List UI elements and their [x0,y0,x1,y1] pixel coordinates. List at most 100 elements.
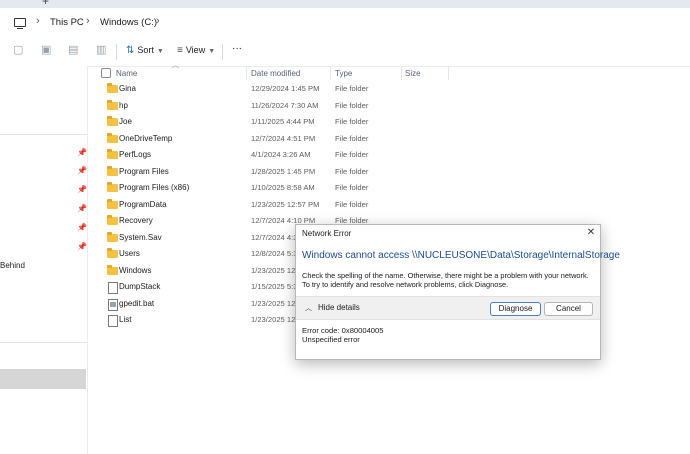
sort-label: Sort [137,45,154,55]
view-button[interactable]: ≡ View ▼ [177,45,215,56]
column-divider[interactable] [448,66,449,80]
file-row[interactable]: OneDriveTemp 12/7/2024 4:51 PM File folder [101,132,451,148]
nav-divider [0,134,87,135]
close-icon[interactable]: ✕ [585,227,597,238]
column-divider[interactable] [401,66,402,80]
file-type: File folder [335,166,369,176]
dialog-heading: Windows cannot access \\NUCLEUSONE\Data\… [302,250,620,261]
sort-button[interactable]: ⇅ Sort ▼ [126,45,164,56]
column-divider[interactable] [330,66,331,80]
file-type: File folder [335,183,369,192]
pin-icon[interactable]: 📌 [77,185,87,194]
breadcrumb-separator[interactable]: › [36,15,40,27]
file-icon [107,315,118,328]
cancel-button[interactable]: Cancel [544,302,593,316]
file-date-modified: 11/26/2024 7:30 AM [251,100,319,110]
pin-icon[interactable]: 📌 [77,223,87,232]
network-error-dialog: Network Error ✕ Windows cannot access \\… [295,224,620,360]
file-type: File folder [335,100,369,110]
chevron-down-icon: ▼ [156,48,164,55]
file-date-modified: 1/10/2025 8:58 AM [251,183,315,192]
sort-icon: ⇅ [126,45,135,56]
file-type: File folder [335,84,369,93]
delete-icon[interactable]: ▥ [96,45,106,56]
file-name: Users [119,249,140,258]
pin-icon[interactable]: 📌 [77,204,87,213]
folder-icon [107,149,118,159]
sort-ascending-icon: ︿ [172,62,179,69]
file-name: Gina [119,84,136,93]
chevron-up-icon[interactable]: ︿ [305,303,312,313]
file-row[interactable]: Joe 1/11/2025 4:44 PM File folder [101,115,451,131]
diagnose-button[interactable]: Diagnose [490,302,541,316]
file-name: DumpStack [119,282,161,291]
column-header-name[interactable]: Name [116,69,137,83]
breadcrumb-separator[interactable]: › [86,15,90,27]
folder-icon [107,165,118,176]
copy-icon[interactable]: ▢ [13,45,23,56]
folder-icon [107,198,118,209]
file-row[interactable]: ProgramData 1/23/2025 12:57 PM File folder [101,198,451,214]
rename-icon[interactable]: ▤ [68,45,78,56]
file-row[interactable]: Program Files (x86) 1/10/2025 8:58 AM File… [101,181,451,197]
pin-icon[interactable]: 📌 [77,242,87,251]
file-name: Windows [119,265,152,275]
file-row[interactable]: Program Files 1/28/2025 1:45 PM File folde… [101,165,451,181]
folder-icon [107,116,118,126]
dialog-title: Network Error [302,229,352,238]
folder-icon [107,99,118,110]
hide-details-toggle[interactable]: Hide details [318,303,360,312]
dialog-button-bar: ︿ Hide details Diagnose Cancel [296,296,600,320]
error-details: Error code: 0x80004005 Unspecified error [302,326,383,344]
breadcrumb-this-pc[interactable]: This PC [50,17,84,28]
file-date-modified: 1/23/2025 12:57 PM [251,199,320,209]
folder-icon [107,231,118,242]
file-type: File folder [335,199,369,209]
column-header-size[interactable]: Size [405,69,421,83]
file-date-modified: 1/28/2025 1:45 PM [251,166,316,176]
more-options-button[interactable]: ··· [232,43,242,54]
column-header-type[interactable]: Type [335,69,352,83]
address-bar[interactable]: › This PC › Windows (C:) › [0,8,690,38]
paste-icon[interactable]: ▣ [41,45,51,56]
file-name: Joe [119,117,132,126]
file-date-modified: 12/29/2024 1:45 PM [251,84,320,93]
file-icon [107,282,118,295]
folder-icon [107,83,118,93]
view-icon: ≡ [177,45,183,56]
nav-item-label[interactable]: Behind [0,261,25,270]
tab-strip: + [0,0,690,8]
column-header-date-modified[interactable]: Date modified [251,69,300,83]
dialog-message: Check the spelling of the name. Otherwis… [302,271,589,289]
chevron-down-icon: ▼ [208,48,216,55]
pin-icon[interactable]: 📌 [77,166,87,175]
column-divider[interactable] [246,66,247,80]
file-type: File folder [335,150,369,159]
nav-item-selected[interactable] [0,369,86,389]
folder-icon [107,248,118,258]
breadcrumb-separator[interactable]: › [156,15,160,27]
file-date-modified: 1/11/2025 4:44 PM [251,117,315,126]
folder-icon [107,132,118,143]
select-all-checkbox[interactable] [101,68,111,78]
folder-icon [107,182,118,192]
file-row[interactable]: PerfLogs 4/1/2024 3:26 AM File folder [101,148,451,164]
new-tab-button[interactable]: + [42,0,49,8]
nav-divider [0,342,87,343]
file-name: List [119,315,132,324]
file-name: hp [119,100,128,110]
file-name: Program Files [119,166,169,176]
file-name: PerfLogs [119,150,152,159]
folder-icon [107,264,118,275]
file-type: File folder [335,117,369,126]
file-row[interactable]: hp 11/26/2024 7:30 AM File folder [101,99,451,115]
breadcrumb-windows-c[interactable]: Windows (C:) [100,17,157,28]
file-row[interactable]: Gina 12/29/2024 1:45 PM File folder [101,82,451,98]
pin-icon[interactable]: 📌 [77,148,87,157]
file-type: File folder [335,133,369,143]
this-pc-icon[interactable] [14,18,26,29]
view-label: View [185,45,206,55]
toolbar-divider [222,44,223,60]
file-name: Program Files (x86) [119,183,190,192]
file-name: OneDriveTemp [119,133,173,143]
